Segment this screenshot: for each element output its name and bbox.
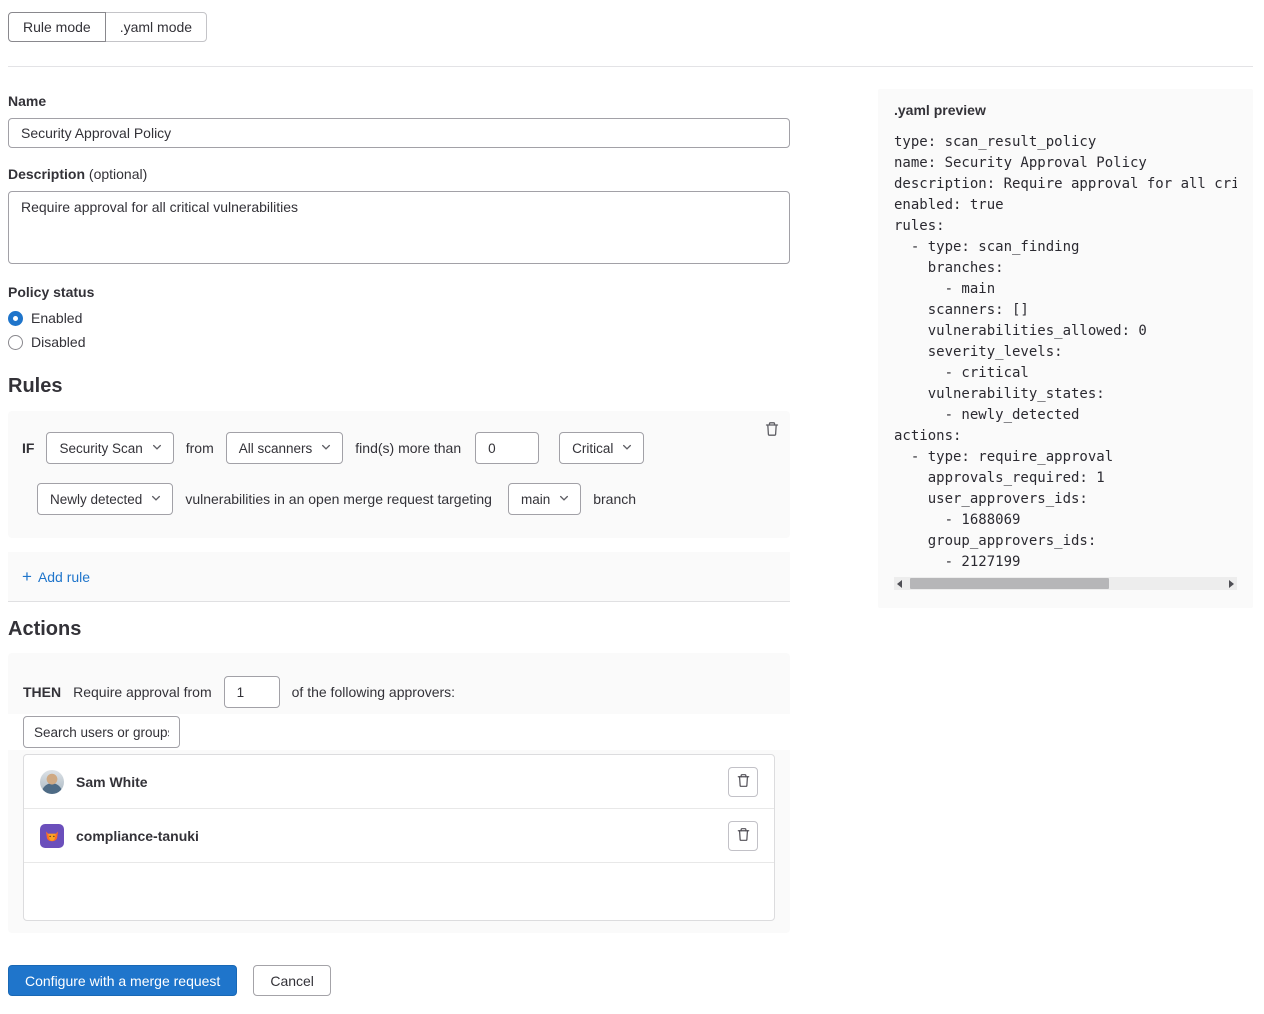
description-label-text: Description: [8, 166, 85, 182]
from-label: from: [186, 440, 214, 456]
then-keyword: THEN: [23, 684, 61, 700]
description-input[interactable]: Require approval for all critical vulner…: [8, 191, 790, 264]
trash-icon: [736, 773, 751, 791]
branch-label: branch: [593, 491, 636, 507]
tab-rule-mode[interactable]: Rule mode: [8, 12, 106, 42]
tanuki-icon: [43, 827, 61, 845]
chevron-down-icon: [558, 492, 570, 507]
name-label: Name: [8, 93, 790, 109]
scan-type-value: Security Scan: [59, 441, 142, 456]
vulnerability-state-dropdown[interactable]: Newly detected: [37, 483, 173, 515]
action-card: THEN Require approval from of the follow…: [8, 653, 790, 933]
name-input[interactable]: [8, 118, 790, 148]
rule-row-2: Newly detected vulnerabilities in an ope…: [22, 483, 750, 515]
scroll-left-icon[interactable]: [897, 580, 902, 588]
policy-status-disabled-option: Disabled: [8, 332, 790, 352]
branch-dropdown[interactable]: main: [508, 483, 581, 515]
if-keyword: IF: [22, 440, 34, 456]
trash-icon: [736, 827, 751, 845]
tanuki-avatar: [40, 824, 64, 848]
chevron-down-icon: [151, 441, 163, 456]
approver-search-row: [8, 714, 790, 750]
configure-merge-request-button[interactable]: Configure with a merge request: [8, 965, 237, 996]
actions-heading: Actions: [8, 618, 790, 641]
chevron-down-icon: [320, 441, 332, 456]
delete-rule-button[interactable]: [762, 419, 782, 439]
scanners-value: All scanners: [239, 441, 313, 456]
plus-icon: +: [22, 568, 32, 585]
approver-row: compliance-tanuki: [24, 809, 774, 863]
approvals-required-input[interactable]: [224, 676, 280, 708]
description-label: Description (optional): [8, 166, 790, 182]
scrollbar-thumb[interactable]: [910, 578, 1109, 589]
enabled-radio-label[interactable]: Enabled: [31, 310, 82, 326]
cancel-button[interactable]: Cancel: [253, 965, 331, 996]
approver-name: Sam White: [76, 774, 728, 790]
approver-row: Sam White: [24, 755, 774, 809]
yaml-preview-column: .yaml preview type: scan_result_policy n…: [878, 89, 1253, 608]
add-rule-section: + Add rule: [8, 552, 790, 602]
rule-row-1: IF Security Scan from All scanners: [22, 432, 750, 464]
find-more-than-label: find(s) more than: [355, 440, 461, 456]
severity-value: Critical: [572, 441, 613, 456]
policy-status-enabled-option: Enabled: [8, 308, 790, 328]
trash-icon: [764, 425, 780, 440]
add-rule-label: Add rule: [38, 569, 90, 585]
rules-heading: Rules: [8, 375, 790, 398]
mode-switcher: Rule mode .yaml mode: [8, 12, 1253, 42]
disabled-radio[interactable]: [8, 335, 23, 350]
remove-approver-button[interactable]: [728, 767, 758, 797]
then-row: THEN Require approval from of the follow…: [8, 676, 790, 708]
policy-status-label: Policy status: [8, 284, 790, 300]
vulnerabilities-count-input[interactable]: [475, 432, 539, 464]
description-optional-text: (optional): [89, 166, 147, 182]
scroll-right-icon[interactable]: [1229, 580, 1234, 588]
require-approval-label: Require approval from: [73, 684, 212, 700]
scanners-dropdown[interactable]: All scanners: [226, 432, 344, 464]
search-users-groups-input[interactable]: [23, 716, 180, 748]
tab-yaml-mode[interactable]: .yaml mode: [105, 12, 207, 42]
scan-type-dropdown[interactable]: Security Scan: [46, 432, 173, 464]
severity-dropdown[interactable]: Critical: [559, 432, 644, 464]
policy-form: Name Description (optional) Require appr…: [8, 67, 790, 996]
remove-approver-button[interactable]: [728, 821, 758, 851]
yaml-preview-panel: .yaml preview type: scan_result_policy n…: [878, 89, 1253, 608]
user-avatar: [40, 770, 64, 794]
enabled-radio[interactable]: [8, 311, 23, 326]
branch-value: main: [521, 492, 550, 507]
yaml-preview-code: type: scan_result_policy name: Security …: [894, 132, 1237, 573]
targeting-label: vulnerabilities in an open merge request…: [185, 491, 492, 507]
horizontal-scrollbar[interactable]: [894, 577, 1237, 590]
disabled-radio-label[interactable]: Disabled: [31, 334, 85, 350]
of-approvers-label: of the following approvers:: [292, 684, 455, 700]
approvers-list: Sam White: [23, 754, 775, 921]
approver-name: compliance-tanuki: [76, 828, 728, 844]
rule-card: IF Security Scan from All scanners: [8, 411, 790, 538]
chevron-down-icon: [621, 441, 633, 456]
policy-editor-page: Rule mode .yaml mode Name Description (o…: [0, 0, 1264, 1014]
vulnerability-state-value: Newly detected: [50, 492, 142, 507]
form-footer: Configure with a merge request Cancel: [8, 965, 790, 996]
yaml-preview-title: .yaml preview: [894, 102, 1237, 118]
add-rule-button[interactable]: + Add rule: [22, 568, 90, 585]
chevron-down-icon: [150, 492, 162, 507]
